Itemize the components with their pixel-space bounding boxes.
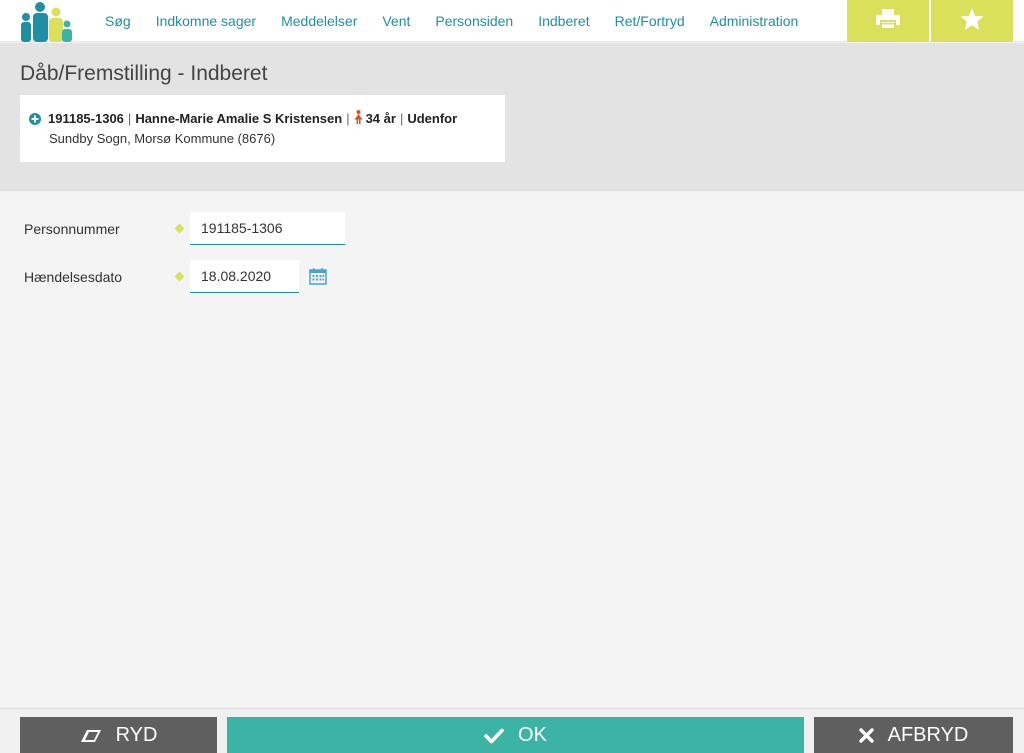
person-name: Hanne-Marie Amalie S Kristensen	[135, 111, 343, 126]
nav-item-indberet[interactable]: Indberet	[538, 13, 589, 29]
female-icon	[354, 110, 363, 127]
required-marker	[174, 223, 185, 234]
star-icon	[959, 7, 985, 36]
person-location: Sundby Sogn, Morsø Kommune (8676)	[49, 131, 276, 146]
nav-item-administration[interactable]: Administration	[710, 13, 799, 29]
haendelsesdato-label: Hændelsesdato	[24, 269, 123, 285]
person-cpr: 191185-1306	[48, 111, 124, 126]
separator: |	[399, 111, 404, 126]
nav-item-personsiden[interactable]: Personsiden	[435, 13, 513, 29]
ok-button[interactable]: OK	[227, 717, 804, 753]
family-logo[interactable]	[18, 2, 76, 42]
separator: |	[346, 111, 350, 126]
separator: |	[127, 111, 132, 126]
haendelsesdato-input[interactable]	[190, 260, 299, 293]
check-icon	[484, 728, 504, 744]
ok-label: OK	[518, 724, 547, 746]
close-icon	[858, 728, 874, 743]
plus-circle-icon[interactable]	[29, 112, 41, 125]
action-footer: RYD OK AFBRYD	[0, 708, 1024, 753]
nav-item-ret-fortryd[interactable]: Ret/Fortryd	[615, 13, 685, 29]
print-icon	[875, 8, 901, 35]
page-title: Dåb/Fremstilling - Indberet	[20, 62, 268, 85]
personnummer-label: Personnummer	[24, 221, 120, 237]
required-marker	[174, 271, 185, 282]
person-status: Udenfor	[407, 111, 458, 126]
person-summary: 191185-1306 | Hanne-Marie Amalie S Krist…	[29, 110, 457, 127]
afbryd-label: AFBRYD	[887, 724, 969, 746]
page-header: Dåb/Fremstilling - Indberet 191185-1306 …	[0, 43, 1024, 191]
top-bar: Søg Indkomne sager Meddelelser Vent Pers…	[0, 0, 1024, 42]
nav-item-soeg[interactable]: Søg	[105, 13, 131, 29]
calendar-icon[interactable]	[309, 267, 327, 290]
favorite-button[interactable]	[931, 0, 1013, 42]
print-button[interactable]	[847, 0, 929, 42]
nav-item-meddelelser[interactable]: Meddelelser	[281, 13, 357, 29]
nav-item-vent[interactable]: Vent	[382, 13, 410, 29]
person-card: 191185-1306 | Hanne-Marie Amalie S Krist…	[20, 95, 505, 162]
ryd-button[interactable]: RYD	[20, 717, 217, 753]
ryd-label: RYD	[115, 724, 158, 746]
main-nav: Søg Indkomne sager Meddelelser Vent Pers…	[105, 0, 823, 42]
eraser-icon	[80, 729, 102, 743]
nav-item-indkomne-sager[interactable]: Indkomne sager	[156, 13, 256, 29]
afbryd-button[interactable]: AFBRYD	[814, 717, 1013, 753]
person-age: 34 år	[365, 111, 396, 126]
personnummer-input[interactable]	[190, 212, 345, 245]
